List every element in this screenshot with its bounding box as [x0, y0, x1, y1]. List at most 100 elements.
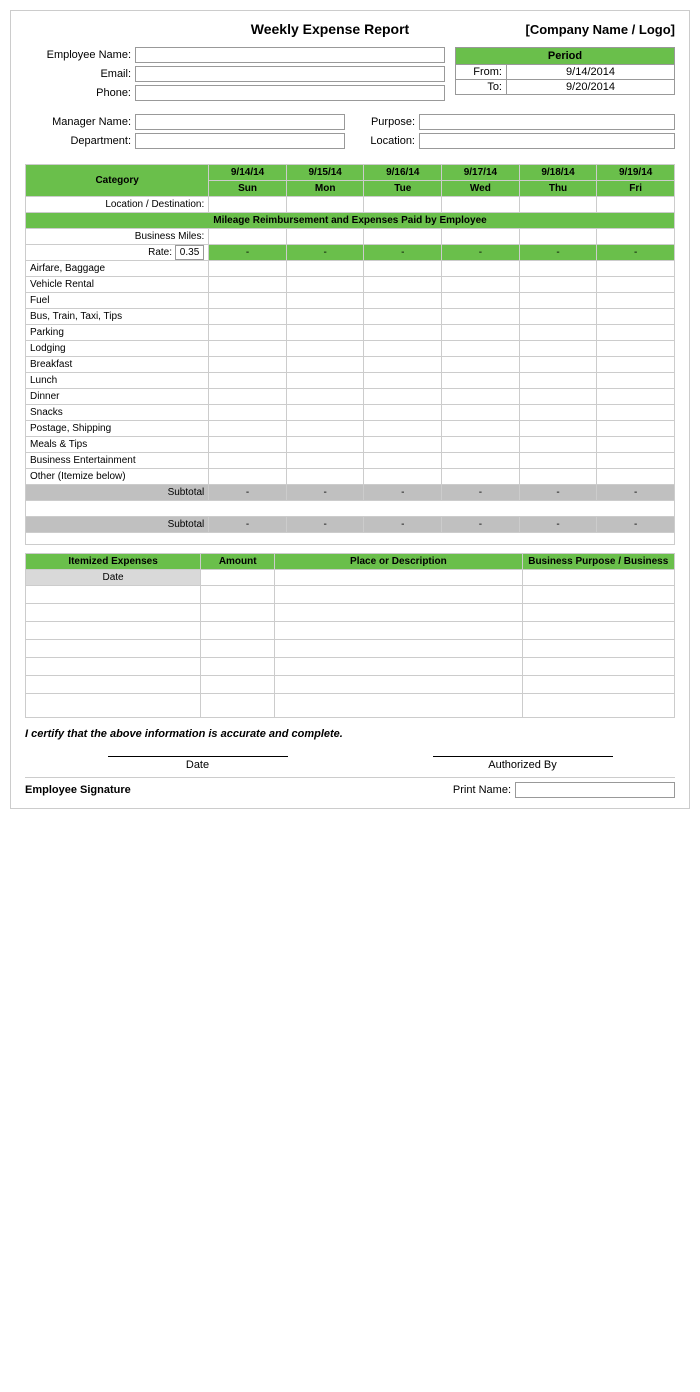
table-row: Bus, Train, Taxi, Tips: [26, 309, 675, 325]
date-header: Date: [26, 570, 201, 586]
sub2-tue: -: [364, 517, 442, 533]
from-date: 9/14/2014: [506, 65, 674, 79]
row-breakfast: Breakfast: [26, 357, 209, 373]
row-entertainment: Business Entertainment: [26, 453, 209, 469]
table-row: Airfare, Baggage: [26, 261, 675, 277]
email-input[interactable]: [135, 66, 445, 82]
table-row: Lunch: [26, 373, 675, 389]
location-input[interactable]: [419, 133, 675, 149]
day-1: Mon: [286, 181, 364, 197]
table-row: Postage, Shipping: [26, 421, 675, 437]
table-row: Breakfast: [26, 357, 675, 373]
date-3: 9/17/14: [442, 165, 520, 181]
day-5: Fri: [597, 181, 675, 197]
miles-mon[interactable]: [286, 229, 364, 245]
subtotal-label-2: Subtotal: [26, 517, 209, 533]
mileage-header: Mileage Reimbursement and Expenses Paid …: [26, 213, 675, 229]
rate-label: Rate: 0.35: [26, 245, 209, 261]
row-other: Other (Itemize below): [26, 469, 209, 485]
row-meals-tips: Meals & Tips: [26, 437, 209, 453]
location-mon[interactable]: [286, 197, 364, 213]
list-item: [26, 604, 675, 622]
manager-input[interactable]: [135, 114, 345, 130]
sub1-fri: -: [597, 485, 675, 501]
date-4: 9/18/14: [519, 165, 597, 181]
table-row: Parking: [26, 325, 675, 341]
signature-section: Date Authorized By: [25, 756, 675, 771]
purpose-input[interactable]: [419, 114, 675, 130]
rate-tue: -: [364, 245, 442, 261]
print-name-input[interactable]: [515, 782, 675, 798]
from-label: From:: [456, 65, 506, 79]
location-tue[interactable]: [364, 197, 442, 213]
dept-label: Department:: [25, 135, 135, 147]
empty-row-2: [26, 533, 675, 545]
empty-row: [26, 501, 675, 517]
row-lodging: Lodging: [26, 341, 209, 357]
list-item: [26, 694, 675, 718]
date-0: 9/14/14: [209, 165, 287, 181]
table-row: Snacks: [26, 405, 675, 421]
dept-input[interactable]: [135, 133, 345, 149]
rate-mon: -: [286, 245, 364, 261]
row-parking: Parking: [26, 325, 209, 341]
table-row: Other (Itemize below): [26, 469, 675, 485]
rate-sun: -: [209, 245, 287, 261]
certification-text: I certify that the above information is …: [25, 728, 675, 740]
employee-name-input[interactable]: [135, 47, 445, 63]
report-title: Weekly Expense Report: [165, 21, 495, 37]
email-label: Email:: [25, 68, 135, 80]
signature-bottom: Employee Signature Print Name:: [25, 777, 675, 798]
phone-label: Phone:: [25, 87, 135, 99]
location-destination-label: Location / Destination:: [26, 197, 209, 213]
row-fuel: Fuel: [26, 293, 209, 309]
sub2-mon: -: [286, 517, 364, 533]
list-item: [26, 586, 675, 604]
employee-signature-label: Employee Signature: [25, 784, 145, 796]
rate-thu: -: [519, 245, 597, 261]
sub2-thu: -: [519, 517, 597, 533]
location-label: Location:: [355, 135, 419, 147]
miles-wed[interactable]: [442, 229, 520, 245]
miles-thu[interactable]: [519, 229, 597, 245]
period-header: Period: [456, 48, 674, 64]
expense-table: Category 9/14/14 9/15/14 9/16/14 9/17/14…: [25, 164, 675, 545]
miles-tue[interactable]: [364, 229, 442, 245]
table-row: Vehicle Rental: [26, 277, 675, 293]
table-row: Business Entertainment: [26, 453, 675, 469]
purpose-header: Business Purpose / Business: [522, 554, 674, 570]
location-fri[interactable]: [597, 197, 675, 213]
list-item: [26, 676, 675, 694]
row-postage: Postage, Shipping: [26, 421, 209, 437]
list-item: [26, 640, 675, 658]
location-wed[interactable]: [442, 197, 520, 213]
itemized-header: Itemized Expenses: [26, 554, 201, 570]
rate-value[interactable]: 0.35: [175, 245, 204, 260]
table-row: Meals & Tips: [26, 437, 675, 453]
to-date: 9/20/2014: [506, 80, 674, 94]
day-0: Sun: [209, 181, 287, 197]
table-row: Fuel: [26, 293, 675, 309]
location-sun[interactable]: [209, 197, 287, 213]
subtotal-row-1: Subtotal - - - - - -: [26, 485, 675, 501]
sub2-sun: -: [209, 517, 287, 533]
amount-header: Amount: [201, 554, 275, 570]
date-sig-line: Date: [108, 756, 288, 771]
rate-fri: -: [597, 245, 675, 261]
day-3: Wed: [442, 181, 520, 197]
sub1-tue: -: [364, 485, 442, 501]
location-thu[interactable]: [519, 197, 597, 213]
miles-sun[interactable]: [209, 229, 287, 245]
itemized-table: Itemized Expenses Amount Place or Descri…: [25, 553, 675, 718]
row-vehicle: Vehicle Rental: [26, 277, 209, 293]
row-lunch: Lunch: [26, 373, 209, 389]
subtotal-row-2: Subtotal - - - - - -: [26, 517, 675, 533]
to-label: To:: [456, 80, 506, 94]
list-item: [26, 622, 675, 640]
authorized-sig-line: Authorized By: [433, 756, 613, 771]
period-box: Period From: 9/14/2014 To: 9/20/2014: [455, 47, 675, 95]
phone-input[interactable]: [135, 85, 445, 101]
sub1-mon: -: [286, 485, 364, 501]
miles-fri[interactable]: [597, 229, 675, 245]
day-2: Tue: [364, 181, 442, 197]
